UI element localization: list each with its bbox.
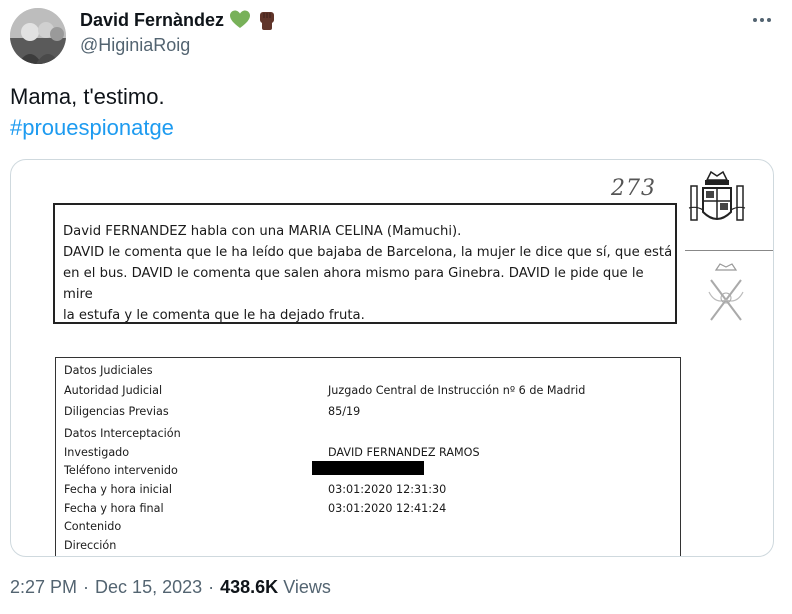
field-value: 85/19	[328, 405, 361, 418]
transcript-text: David FERNANDEZ habla con una MARIA CELI…	[63, 221, 673, 326]
tweet-date[interactable]: Dec 15, 2023	[95, 577, 202, 598]
green-heart-icon	[229, 9, 251, 31]
tweet-time[interactable]: 2:27 PM	[10, 577, 77, 598]
transcript-box: David FERNANDEZ habla con una MARIA CELI…	[53, 203, 677, 324]
transcript-line: DAVID le comenta que le ha leído que baj…	[63, 245, 673, 260]
field-label: Datos Judiciales	[64, 364, 153, 377]
transcript-line: David FERNANDEZ habla con una MARIA CELI…	[63, 224, 462, 239]
field-label: Fecha y hora final	[64, 502, 164, 515]
redacted-phone-number	[312, 461, 424, 475]
field-label: Dirección	[64, 539, 117, 552]
field-label: Contenido	[64, 520, 122, 533]
tweet-body: Mama, t'estimo.	[10, 84, 165, 109]
field-label: Teléfono intervenido	[64, 464, 178, 477]
author-handle[interactable]: @HiginiaRoig	[80, 35, 190, 56]
field-value: DAVID FERNANDEZ RAMOS	[328, 446, 480, 459]
field-value: 03:01:2020 12:31:30	[328, 483, 447, 496]
field-label: Investigado	[64, 446, 130, 459]
hashtag-link[interactable]: #prouespionatge	[10, 112, 174, 143]
author-name-row[interactable]: David Fernàndez	[80, 9, 278, 31]
avatar-photo	[10, 8, 66, 64]
field-value: 03:01:2020 12:41:24	[328, 502, 447, 515]
views-count: 438.6K	[220, 577, 279, 597]
document-page-number: 273	[611, 176, 656, 201]
guardia-civil-seal-icon	[708, 263, 744, 321]
more-options-icon[interactable]	[750, 8, 774, 32]
field-label: Diligencias Previas	[64, 405, 169, 418]
transcript-line: la estufa y le comenta que le ha dejado …	[63, 308, 365, 323]
field-label: Fecha y hora inicial	[64, 483, 173, 496]
meta-separator: ·	[208, 577, 215, 597]
field-label: Autoridad Judicial	[64, 384, 163, 397]
meta-separator: ·	[83, 577, 90, 597]
tweet-text: Mama, t'estimo. #prouespionatge	[10, 81, 174, 143]
author-display-name[interactable]: David Fernàndez	[80, 10, 224, 31]
views-label: Views	[283, 577, 331, 597]
divider	[685, 250, 773, 251]
field-value: Juzgado Central de Instrucción nº 6 de M…	[328, 384, 586, 397]
tweet-meta: 2:27 PM · Dec 15, 2023 · 438.6K Views	[10, 577, 331, 598]
transcript-line: en el bus. DAVID le comenta que salen ah…	[63, 266, 644, 302]
raised-fist-icon	[256, 9, 278, 31]
judicial-data-box: Datos Judiciales Autoridad Judicial Juzg…	[55, 357, 681, 556]
coat-of-arms-icon	[688, 170, 746, 221]
media-image[interactable]: 273 David FERNANDEZ habla con una MARIA …	[10, 159, 774, 557]
avatar[interactable]	[10, 8, 66, 64]
field-label: Datos Interceptación	[64, 427, 181, 440]
